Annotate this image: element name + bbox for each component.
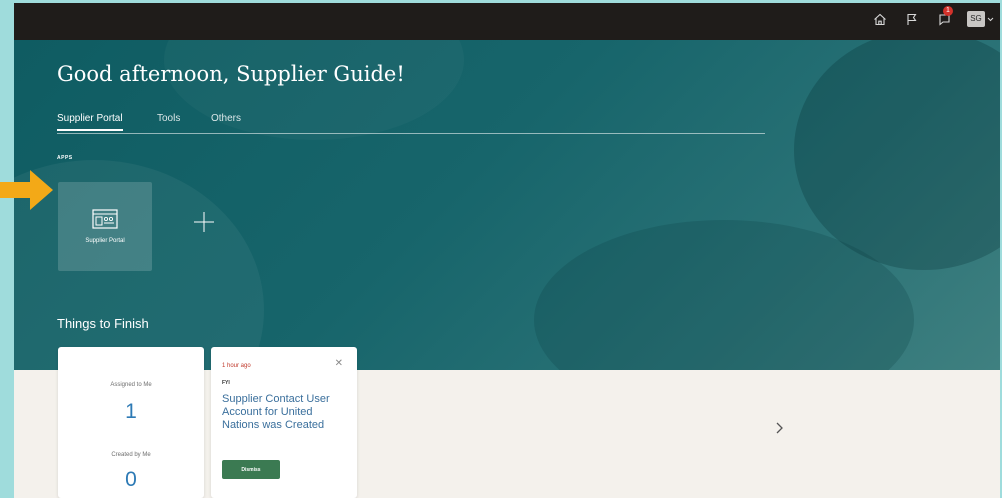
notification-time: 1 hour ago [222, 363, 251, 369]
supplier-portal-icon [92, 209, 118, 229]
notification-badge: 1 [943, 6, 953, 16]
tab-supplier-portal[interactable]: Supplier Portal [57, 113, 123, 131]
notifications-icon[interactable]: 1 [935, 6, 953, 28]
header-icons: 1 SG [871, 6, 994, 28]
flag-icon[interactable] [903, 10, 921, 28]
chevron-right-icon[interactable] [774, 421, 786, 435]
things-to-finish-heading: Things to Finish [57, 316, 149, 331]
tab-tools[interactable]: Tools [157, 113, 180, 124]
dismiss-button[interactable]: Dismiss [222, 460, 280, 479]
add-app-icon[interactable] [192, 210, 216, 234]
apps-section-label: APPS [57, 155, 73, 161]
notification-message[interactable]: Supplier Contact User Account for United… [222, 393, 352, 432]
app-tile-label: Supplier Portal [85, 238, 125, 244]
assigned-to-me-label: Assigned to Me [110, 382, 152, 388]
app-window: 1 SG Good afternoon, Supplier Guide! Sup… [14, 3, 1000, 498]
hero-banner: Good afternoon, Supplier Guide! Supplier… [14, 40, 1000, 370]
created-by-me-label: Created by Me [111, 452, 151, 458]
close-icon[interactable]: ✕ [335, 359, 343, 369]
tab-bar: Supplier Portal Tools Others [57, 113, 765, 134]
created-by-me-count[interactable]: 0 [58, 468, 204, 492]
pointer-arrow-icon [0, 170, 53, 210]
notification-card[interactable]: 1 hour ago ✕ FYI Supplier Contact User A… [211, 347, 357, 498]
assigned-to-me-count[interactable]: 1 [58, 400, 204, 424]
home-icon[interactable] [871, 10, 889, 28]
app-tile-supplier-portal[interactable]: Supplier Portal [58, 182, 152, 271]
page-title: Good afternoon, Supplier Guide! [57, 62, 405, 86]
global-header: 1 SG [14, 3, 1000, 40]
avatar: SG [967, 11, 985, 27]
summary-card: Assigned to Me 1 Created by Me 0 [58, 347, 204, 498]
tab-others[interactable]: Others [211, 113, 241, 124]
chevron-down-icon [987, 17, 994, 21]
notification-type: FYI [222, 380, 230, 386]
user-menu[interactable]: SG [967, 11, 994, 27]
